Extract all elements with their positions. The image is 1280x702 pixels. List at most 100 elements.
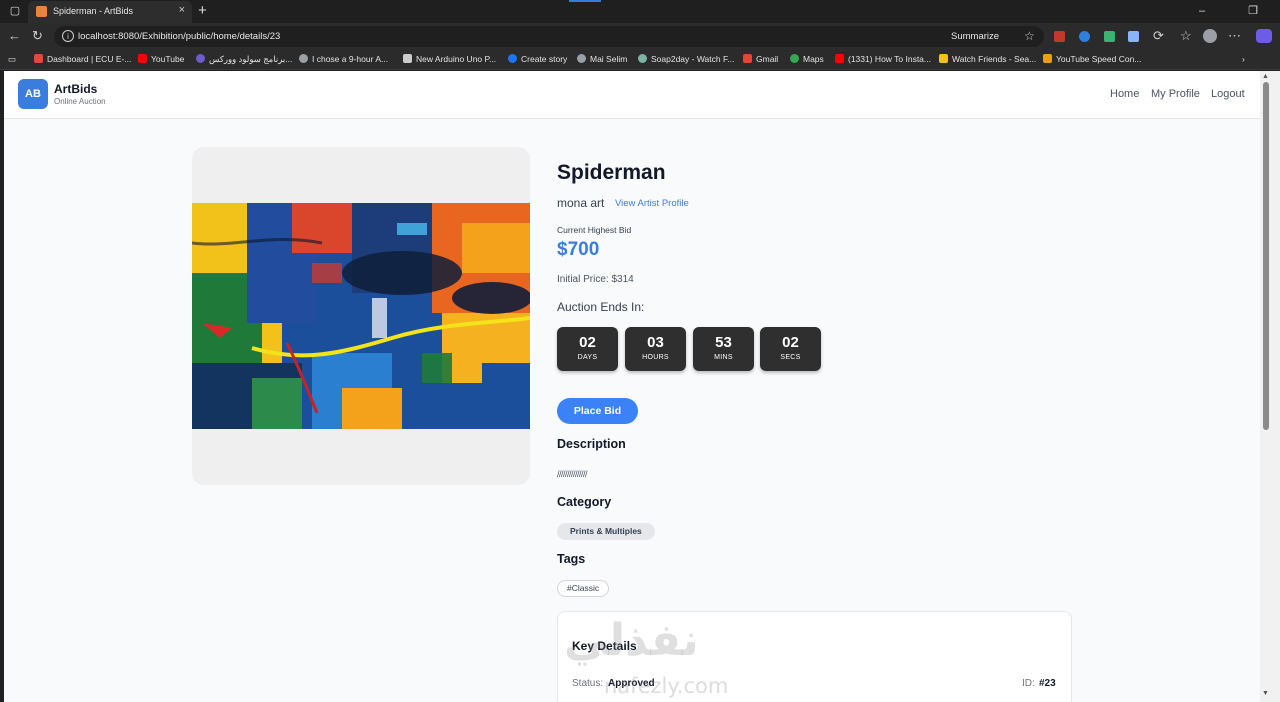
countdown-value: 02 xyxy=(782,334,799,351)
extensions-icon[interactable]: ⟳ xyxy=(1153,29,1164,43)
countdown-unit: SECS xyxy=(780,354,801,361)
view-artist-profile-link[interactable]: View Artist Profile xyxy=(615,198,689,209)
bookmark-item[interactable]: (1331) How To Insta... xyxy=(835,54,931,64)
countdown-value: 53 xyxy=(715,334,732,351)
restore-icon[interactable]: ❐ xyxy=(1246,4,1260,18)
artist-name: mona art xyxy=(557,196,605,210)
site-info-icon[interactable]: i xyxy=(62,30,74,42)
description-text: /////////////// xyxy=(557,469,588,479)
bookmark-favicon-icon xyxy=(1043,54,1052,63)
bookmark-item[interactable]: Soap2day - Watch F... xyxy=(638,54,734,64)
favorite-star-icon[interactable]: ☆ xyxy=(1024,29,1035,43)
tab-close-icon[interactable]: × xyxy=(179,4,185,16)
tab-favicon-icon xyxy=(36,6,47,17)
tag-badge: #Classic xyxy=(557,580,610,597)
current-bid-value: $700 xyxy=(557,239,600,260)
bookmark-item[interactable]: YouTube Speed Con... xyxy=(1043,54,1141,64)
bookmark-item[interactable]: Watch Friends - Sea... xyxy=(939,54,1036,64)
bookmark-item[interactable]: Dashboard | ECU E-... xyxy=(34,54,131,64)
bookmark-item[interactable]: Maps xyxy=(790,54,824,64)
youtube-icon xyxy=(835,54,844,63)
bookmark-item[interactable]: YouTube xyxy=(138,54,184,64)
category-heading: Category xyxy=(557,495,612,509)
more-menu-icon[interactable]: ⋯ xyxy=(1228,29,1241,43)
tab-actions-icon[interactable]: ▢ xyxy=(8,4,22,18)
id-label: ID: xyxy=(1022,678,1035,689)
scrollbar-thumb[interactable] xyxy=(1263,82,1269,430)
bookmark-label: Create story xyxy=(521,54,568,64)
new-tab-icon[interactable]: + xyxy=(198,2,207,19)
bookmark-favicon-icon xyxy=(638,54,647,63)
extension-icon[interactable] xyxy=(1079,31,1090,42)
bookmark-label: Mai Selim xyxy=(590,54,628,64)
artwork-image xyxy=(192,203,530,429)
bookmark-label: Gmail xyxy=(756,54,779,64)
countdown-days: 02 DAYS xyxy=(557,327,618,371)
youtube-icon xyxy=(138,54,147,63)
brand-name: ArtBids xyxy=(54,82,98,96)
bookmark-label: Dashboard | ECU E-... xyxy=(47,54,132,64)
bookmarks-menu-icon[interactable]: ▭ xyxy=(8,54,16,65)
profile-avatar-icon[interactable] xyxy=(1203,29,1217,43)
place-bid-button[interactable]: Place Bid xyxy=(557,398,638,424)
bookmark-item[interactable]: برنامج سولود ووركس... xyxy=(196,54,292,65)
bookmark-item[interactable]: New Arduino Uno P... xyxy=(403,54,496,64)
bookmarks-overflow-icon[interactable]: › xyxy=(1242,54,1245,64)
bookmark-item[interactable]: I chose a 9-hour A... xyxy=(299,54,388,64)
countdown-secs: 02 SECS xyxy=(760,327,821,371)
current-bid-label: Current Highest Bid xyxy=(557,225,632,235)
url-text[interactable]: localhost:8080/Exhibition/public/home/de… xyxy=(78,31,280,42)
summarize-button[interactable]: Summarize xyxy=(951,31,999,42)
nav-home[interactable]: Home xyxy=(1110,88,1139,100)
auction-ends-label: Auction Ends In: xyxy=(557,300,645,314)
globe-icon xyxy=(299,54,308,63)
bookmark-label: YouTube Speed Con... xyxy=(1056,54,1142,64)
bookmark-label: YouTube xyxy=(151,54,185,64)
countdown-hours: 03 HOURS xyxy=(625,327,686,371)
tab-indicator xyxy=(569,0,601,2)
address-toolbar: ← ↻ i localhost:8080/Exhibition/public/h… xyxy=(0,23,1280,50)
tags-heading: Tags xyxy=(557,552,586,566)
site-header: AB ArtBids Online Auction Home My Profil… xyxy=(4,71,1260,119)
nav-my-profile[interactable]: My Profile xyxy=(1151,88,1200,100)
globe-icon xyxy=(577,54,586,63)
countdown-mins: 53 MINS xyxy=(693,327,754,371)
minimize-icon[interactable]: – xyxy=(1195,4,1209,18)
nav-logout[interactable]: Logout xyxy=(1211,88,1245,100)
bookmark-favicon-icon xyxy=(403,54,412,63)
bookmark-label: برنامج سولود ووركس... xyxy=(209,54,293,64)
extension-icon[interactable] xyxy=(1128,31,1139,42)
facebook-icon xyxy=(508,54,517,63)
bookmark-label: (1331) How To Insta... xyxy=(848,54,931,64)
bookmark-item[interactable]: Mai Selim xyxy=(577,54,627,64)
reload-icon[interactable]: ↻ xyxy=(32,29,43,43)
countdown-value: 02 xyxy=(579,334,596,351)
favorites-icon[interactable]: ☆ xyxy=(1180,29,1192,43)
copilot-icon[interactable] xyxy=(1256,29,1272,43)
countdown-unit: MINS xyxy=(714,354,733,361)
bookmark-favicon-icon xyxy=(939,54,948,63)
artwork-image-card xyxy=(192,147,530,485)
site-logo[interactable]: AB xyxy=(18,79,48,109)
artwork-title: Spiderman xyxy=(557,161,666,184)
scroll-down-icon[interactable]: ▼ xyxy=(1262,690,1269,697)
extension-icon[interactable] xyxy=(1104,31,1115,42)
bookmark-label: I chose a 9-hour A... xyxy=(312,54,389,64)
browser-tab[interactable]: Spiderman - ArtBids × xyxy=(28,1,192,23)
countdown-value: 03 xyxy=(647,334,664,351)
browser-tab-bar: ▢ Spiderman - ArtBids × + – ❐ xyxy=(0,0,1280,23)
back-icon[interactable]: ← xyxy=(8,29,21,43)
bookmark-label: Watch Friends - Sea... xyxy=(952,54,1037,64)
bookmarks-bar: ▭ Dashboard | ECU E-... YouTube برنامج س… xyxy=(0,50,1280,70)
page-viewport: AB ArtBids Online Auction Home My Profil… xyxy=(4,71,1260,702)
bookmark-item[interactable]: Gmail xyxy=(743,54,778,64)
bookmark-item[interactable]: Create story xyxy=(508,54,567,64)
scroll-up-icon[interactable]: ▲ xyxy=(1262,73,1269,80)
tab-title: Spiderman - ArtBids xyxy=(53,6,134,16)
initial-price: Initial Price: $314 xyxy=(557,274,634,285)
extension-icon[interactable] xyxy=(1054,31,1065,42)
gmail-icon xyxy=(743,54,752,63)
id-value: #23 xyxy=(1039,678,1056,689)
url-field[interactable]: i localhost:8080/Exhibition/public/home/… xyxy=(54,26,1044,47)
description-heading: Description xyxy=(557,437,626,451)
